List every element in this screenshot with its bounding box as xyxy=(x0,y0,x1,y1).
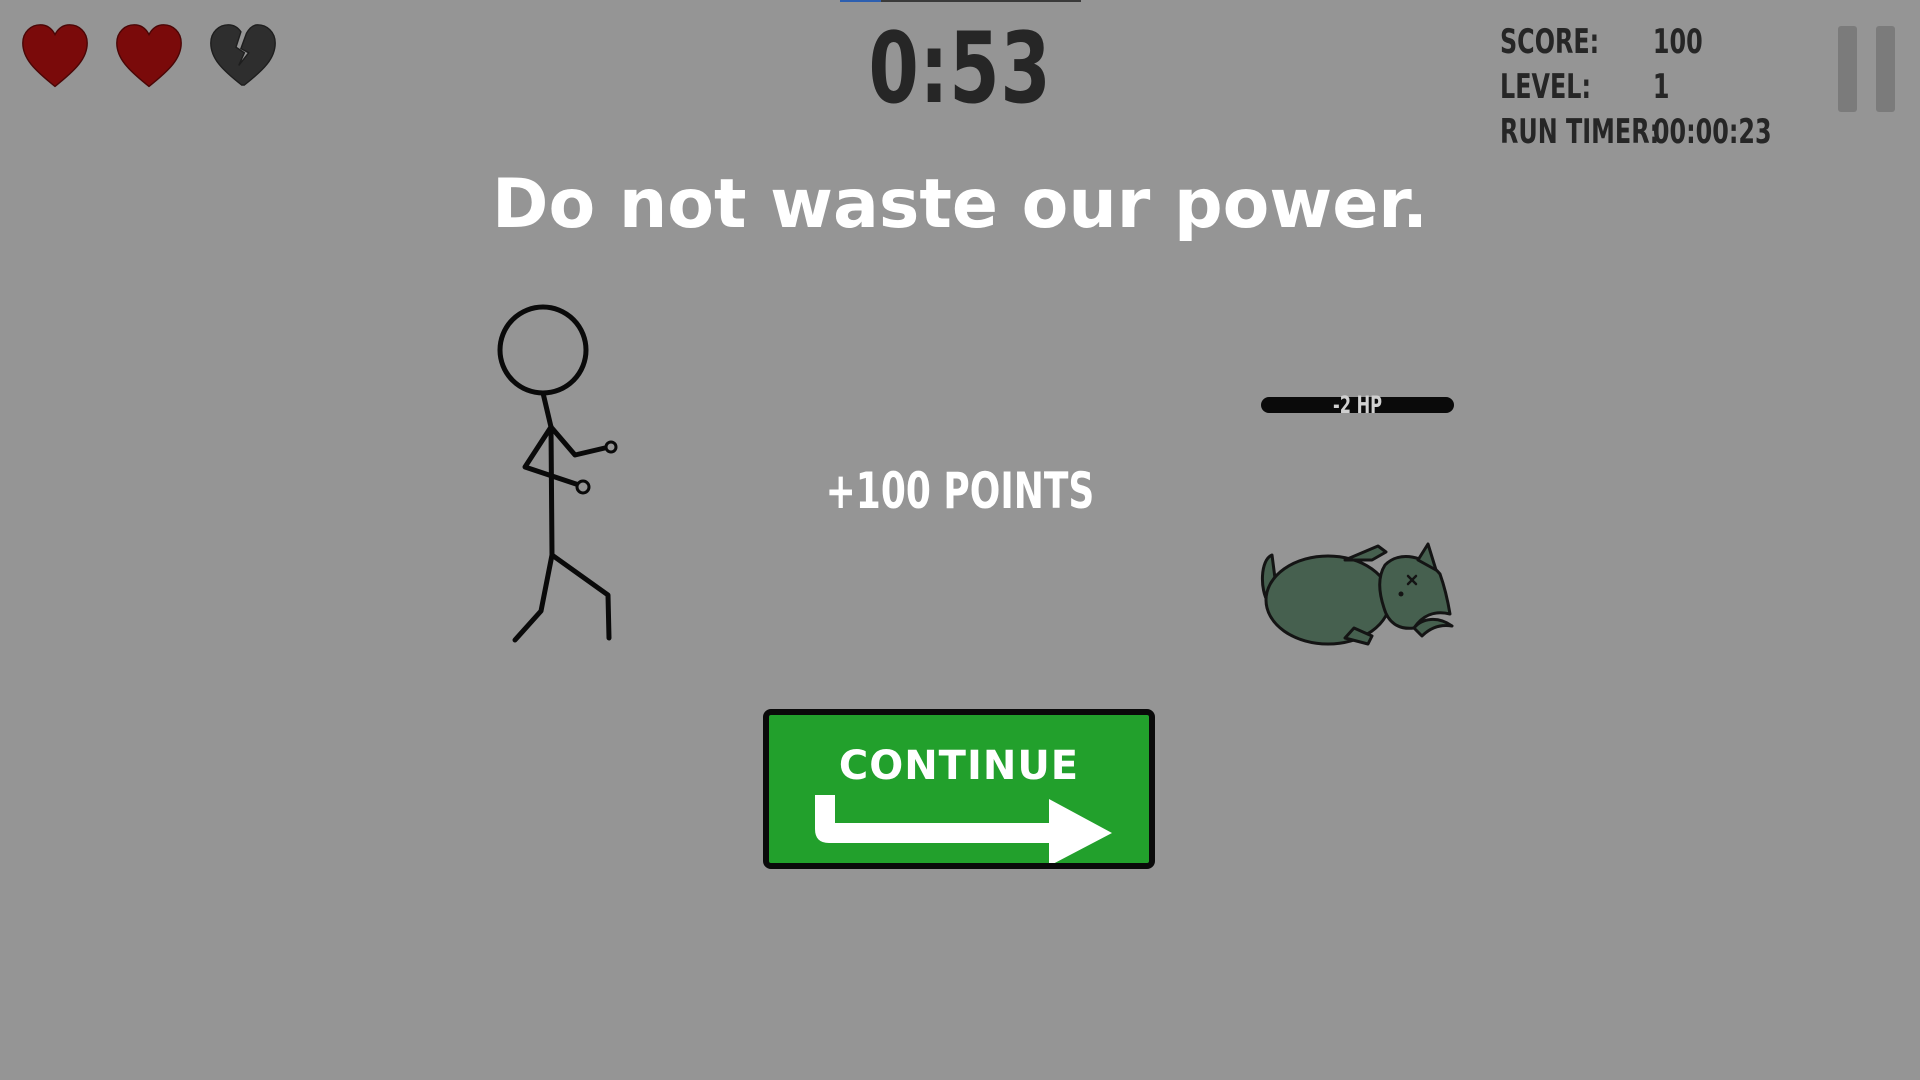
arrow-right-icon xyxy=(815,795,1112,863)
game-screen: 0:53 SCORE: 100 LEVEL: 1 RUN TIMER: 00:0… xyxy=(0,0,1920,1080)
top-progress-bar xyxy=(840,0,1081,2)
enemy-hp-text: -2 HP xyxy=(1332,391,1383,419)
enemy-creature xyxy=(1261,542,1454,646)
stat-score-label: SCORE: xyxy=(1500,22,1600,62)
stat-run-timer-value: 00:00:23 xyxy=(1652,112,1772,152)
stat-level-label: LEVEL: xyxy=(1500,67,1592,107)
stat-run-timer: RUN TIMER: 00:00:23 xyxy=(1500,110,1772,155)
stat-score: SCORE: 100 xyxy=(1500,20,1772,65)
stat-run-timer-label: RUN TIMER: xyxy=(1500,112,1660,152)
stat-level-value: 1 xyxy=(1652,67,1670,107)
pause-button[interactable] xyxy=(1836,26,1896,114)
stat-score-value: 100 xyxy=(1652,22,1703,62)
stat-level: LEVEL: 1 xyxy=(1500,65,1772,110)
top-progress-fill xyxy=(840,0,881,2)
pause-icon xyxy=(1838,26,1857,112)
enemy-hp-bar: -2 HP xyxy=(1261,391,1454,419)
dialogue-message: Do not waste our power. xyxy=(492,165,1428,244)
points-popup: +100 POINTS xyxy=(825,462,1095,520)
pause-icon-bar xyxy=(1876,26,1895,112)
stats-panel: SCORE: 100 LEVEL: 1 RUN TIMER: 00:00:23 xyxy=(1500,20,1848,155)
continue-button[interactable]: CONTINUE xyxy=(763,709,1155,869)
heart-icon xyxy=(22,24,88,88)
continue-label: CONTINUE xyxy=(838,743,1080,789)
